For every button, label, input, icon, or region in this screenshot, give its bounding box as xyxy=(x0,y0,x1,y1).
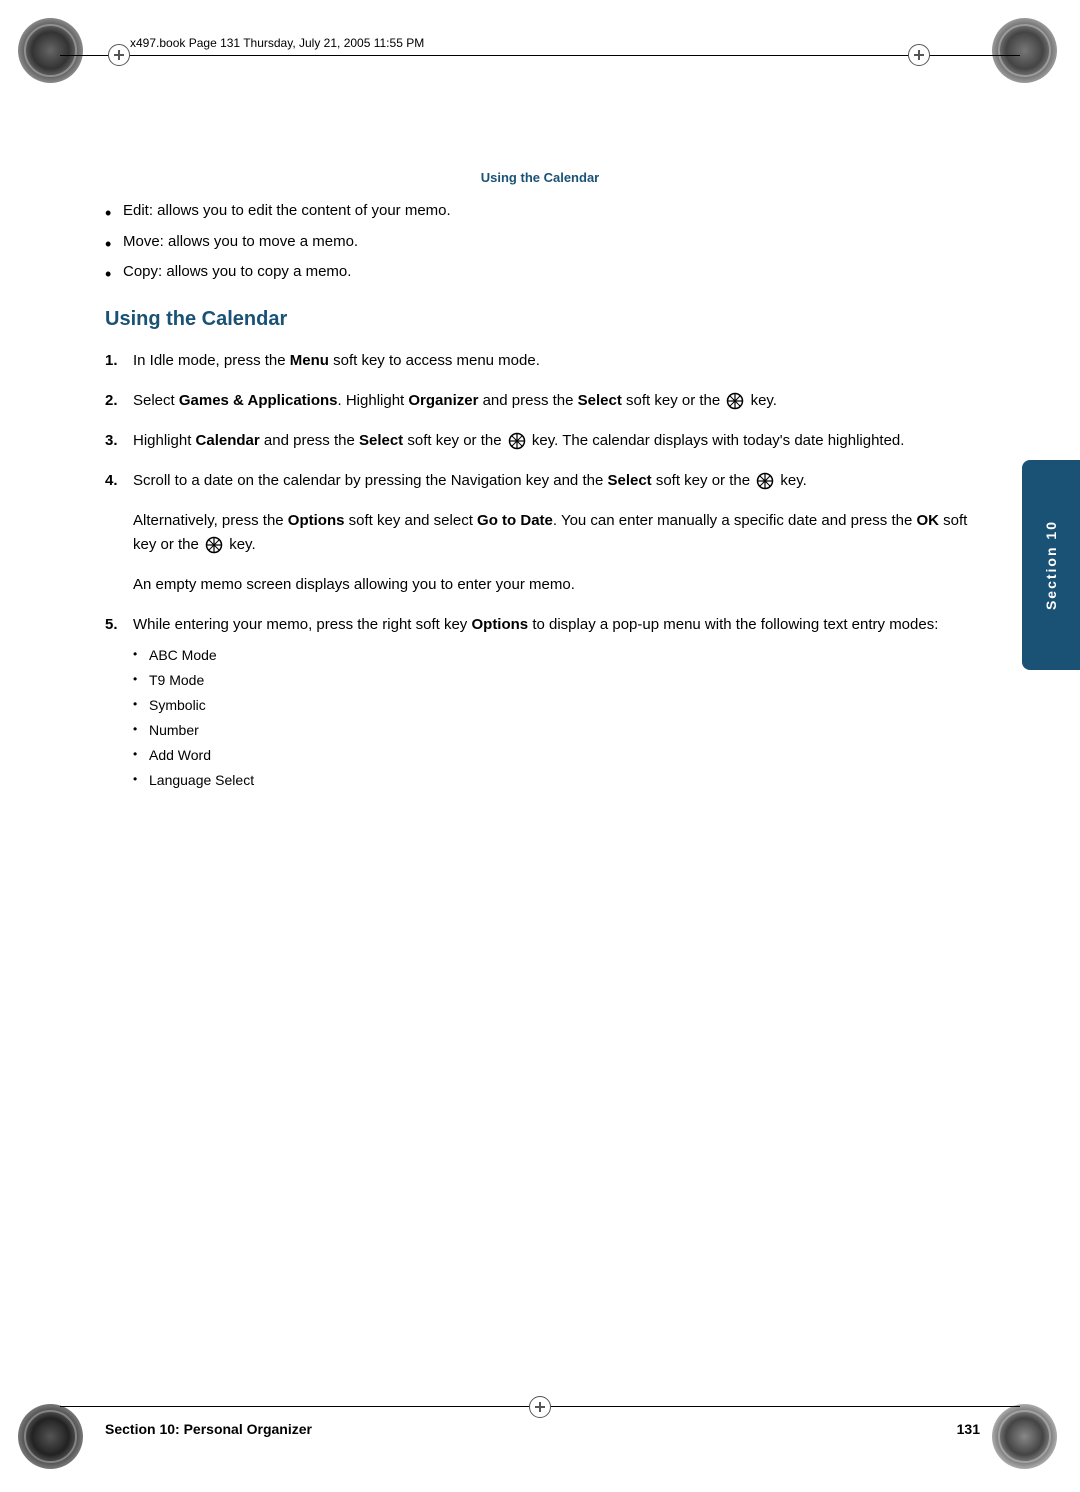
running-head: Using the Calendar xyxy=(0,170,1080,185)
footer-page-number: 131 xyxy=(957,1421,980,1437)
sub-bullet-number: Number xyxy=(133,720,980,741)
step-4-select-bold: Select xyxy=(607,472,651,489)
corner-decoration-br xyxy=(992,1404,1062,1474)
intro-bullet-list: Edit: allows you to edit the content of … xyxy=(105,200,980,284)
step-2: Select Games & Applications. Highlight O… xyxy=(105,389,980,413)
nav-icon-3 xyxy=(508,432,526,450)
step-4c-goto-bold: Go to Date xyxy=(477,512,553,529)
step-4c-options-bold: Options xyxy=(288,512,345,529)
step-4-continuation: Alternatively, press the Options soft ke… xyxy=(133,509,980,557)
step-1: In Idle mode, press the Menu soft key to… xyxy=(105,349,980,373)
nav-icon-4 xyxy=(756,472,774,490)
footer-crosshair-center xyxy=(529,1396,551,1418)
step-5-options-bold: Options xyxy=(471,616,528,633)
sub-bullet-t9: T9 Mode xyxy=(133,670,980,691)
intro-bullet-2: Move: allows you to move a memo. xyxy=(105,231,980,254)
step-1-text: In Idle mode, press the Menu soft key to… xyxy=(133,352,540,369)
step-3: Highlight Calendar and press the Select … xyxy=(105,429,980,453)
header-text: x497.book Page 131 Thursday, July 21, 20… xyxy=(130,36,424,50)
main-content: Edit: allows you to edit the content of … xyxy=(105,200,980,807)
sub-bullet-addword: Add Word xyxy=(133,745,980,766)
footer-content: Section 10: Personal Organizer 131 xyxy=(105,1421,980,1437)
nav-icon-4c xyxy=(205,536,223,554)
step-5-subbullets: ABC Mode T9 Mode Symbolic Number Add Wor… xyxy=(133,645,980,791)
corner-decoration-tl xyxy=(18,18,88,88)
step-2-games-bold: Games & Applications xyxy=(179,392,338,409)
step-3-calendar-bold: Calendar xyxy=(196,432,260,449)
section-heading: Using the Calendar xyxy=(105,308,980,331)
step-2-text: Select Games & Applications. Highlight O… xyxy=(133,392,777,409)
corner-decoration-tr xyxy=(992,18,1062,88)
sub-bullet-langselect: Language Select xyxy=(133,770,980,791)
step-5-list: While entering your memo, press the righ… xyxy=(105,613,980,791)
nav-icon-2 xyxy=(726,392,744,410)
corner-decoration-bl xyxy=(18,1404,88,1474)
sub-bullet-symbolic: Symbolic xyxy=(133,695,980,716)
step-1-menu-bold: Menu xyxy=(290,352,329,369)
step-4-text: Scroll to a date on the calendar by pres… xyxy=(133,472,807,489)
sub-bullet-abc: ABC Mode xyxy=(133,645,980,666)
step-3-text: Highlight Calendar and press the Select … xyxy=(133,432,904,449)
step-2-organizer-bold: Organizer xyxy=(408,392,478,409)
footer-section-label: Section 10: Personal Organizer xyxy=(105,1421,312,1437)
step-4c-ok-bold: OK xyxy=(916,512,939,529)
step-4-continuation-2: An empty memo screen displays allowing y… xyxy=(133,573,980,597)
intro-bullet-3: Copy: allows you to copy a memo. xyxy=(105,261,980,284)
step-4: Scroll to a date on the calendar by pres… xyxy=(105,469,980,493)
section-tab-label: Section 10 xyxy=(1043,520,1059,610)
step-5-text: While entering your memo, press the righ… xyxy=(133,616,938,633)
header-crosshair-right xyxy=(908,44,930,66)
step-2-select-bold: Select xyxy=(578,392,622,409)
intro-bullet-1: Edit: allows you to edit the content of … xyxy=(105,200,980,223)
steps-list: In Idle mode, press the Menu soft key to… xyxy=(105,349,980,493)
step-3-select-bold: Select xyxy=(359,432,403,449)
step-5: While entering your memo, press the righ… xyxy=(105,613,980,791)
header-crosshair-left xyxy=(108,44,130,66)
header-bar xyxy=(60,55,1020,56)
section-tab: Section 10 xyxy=(1022,460,1080,670)
